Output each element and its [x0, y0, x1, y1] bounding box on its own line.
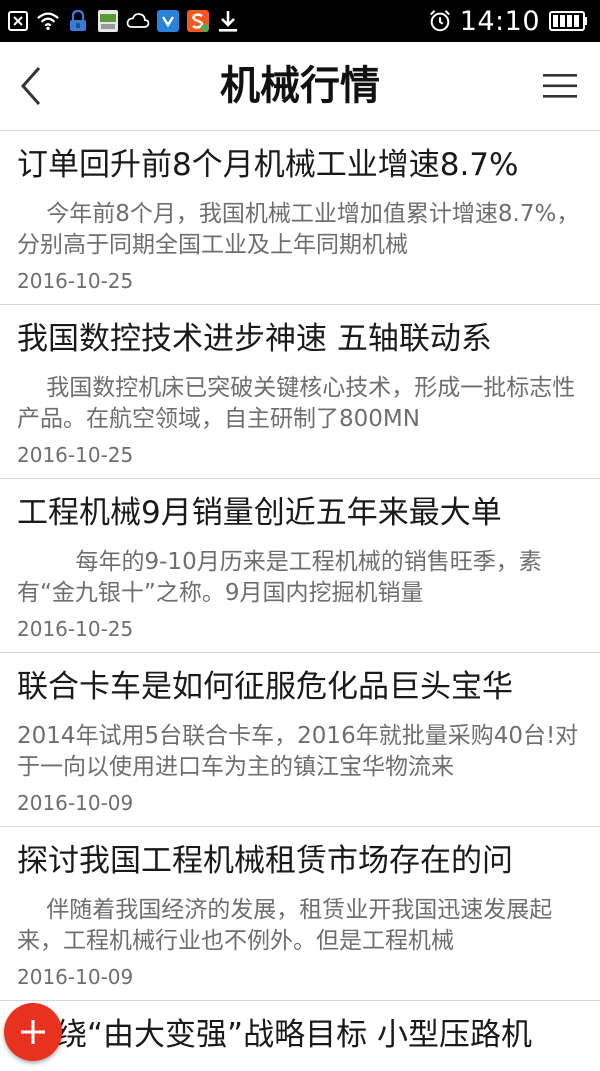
- article-date: 2016-10-09: [17, 791, 134, 815]
- list-item[interactable]: 探讨我国工程机械租赁市场存在的问 伴随着我国经济的发展，租赁业开我国迅速发展起来…: [0, 827, 600, 1001]
- article-title: 工程机械9月销量创近五年来最大单: [17, 495, 502, 531]
- close-box-icon: [6, 9, 30, 33]
- article-summary: 我国数控机床已突破关键核心技术，形成一批标志性产品。在航空领域，自主研制了800…: [17, 375, 576, 432]
- wifi-icon: [36, 9, 60, 33]
- article-summary: 每年的9-10月历来是工程机械的销售旺季，素有“金九银十”之称。9月国内挖掘机销…: [17, 549, 542, 606]
- article-list: 订单回升前8个月机械工业增速8.7% 今年前8个月，我国机械工业增加值累计增速8…: [0, 131, 600, 1071]
- add-button[interactable]: [4, 1003, 62, 1061]
- status-left-icons: [6, 6, 240, 36]
- sim-card-icon: [96, 9, 120, 33]
- menu-button[interactable]: [540, 66, 580, 106]
- list-item[interactable]: 订单回升前8个月机械工业增速8.7% 今年前8个月，我国机械工业增加值累计增速8…: [0, 131, 600, 305]
- back-arrow-icon: [20, 67, 41, 105]
- alarm-icon: [428, 9, 452, 33]
- list-item[interactable]: 工程机械9月销量创近五年来最大单 每年的9-10月历来是工程机械的销售旺季，素有…: [0, 479, 600, 653]
- app-store-icon: [156, 9, 180, 33]
- page-title: 机械行情: [220, 63, 380, 109]
- download-icon: [216, 9, 240, 33]
- article-title: 我国数控技术进步神速 五轴联动系: [17, 321, 492, 357]
- list-item[interactable]: 我国数控技术进步神速 五轴联动系 我国数控机床已突破关键核心技术，形成一批标志性…: [0, 305, 600, 479]
- article-date: 2016-10-09: [17, 965, 134, 989]
- article-date: 2016-10-25: [17, 269, 134, 293]
- status-time: 14:10: [459, 5, 540, 37]
- article-title: 订单回升前8个月机械工业增速8.7%: [17, 147, 519, 183]
- article-date: 2016-10-25: [17, 443, 134, 467]
- battery-icon: [548, 9, 590, 33]
- list-item[interactable]: 联合卡车是如何征服危化品巨头宝华 2014年试用5台联合卡车，2016年就批量采…: [0, 653, 600, 827]
- nav-bar: 机械行情: [0, 42, 600, 131]
- article-title: 联合卡车是如何征服危化品巨头宝华: [17, 669, 513, 705]
- back-button[interactable]: [8, 60, 56, 112]
- lock-icon: [66, 9, 90, 33]
- article-summary: 今年前8个月，我国机械工业增加值累计增速8.7%，分别高于同期全国工业及上年同期…: [17, 201, 580, 258]
- status-right: 14:10: [428, 4, 590, 38]
- article-title: 探讨我国工程机械租赁市场存在的问: [17, 843, 513, 879]
- cloud-icon: [126, 9, 150, 33]
- article-summary: 伴随着我国经济的发展，租赁业开我国迅速发展起来，工程机械行业也不例外。但是工程机…: [17, 897, 553, 954]
- list-item[interactable]: 绕“由大变强”战略目标 小型压路机: [0, 1001, 600, 1071]
- article-title: 绕“由大变强”战略目标 小型压路机: [56, 1017, 532, 1053]
- article-summary: 2014年试用5台联合卡车，2016年就批量采购40台!对于一向以使用进口车为主…: [17, 723, 579, 780]
- article-date: 2016-10-25: [17, 617, 134, 641]
- status-bar: 14:10: [0, 0, 600, 42]
- menu-icon: [543, 74, 577, 98]
- sogou-icon: [186, 9, 210, 33]
- plus-icon: [21, 1020, 45, 1044]
